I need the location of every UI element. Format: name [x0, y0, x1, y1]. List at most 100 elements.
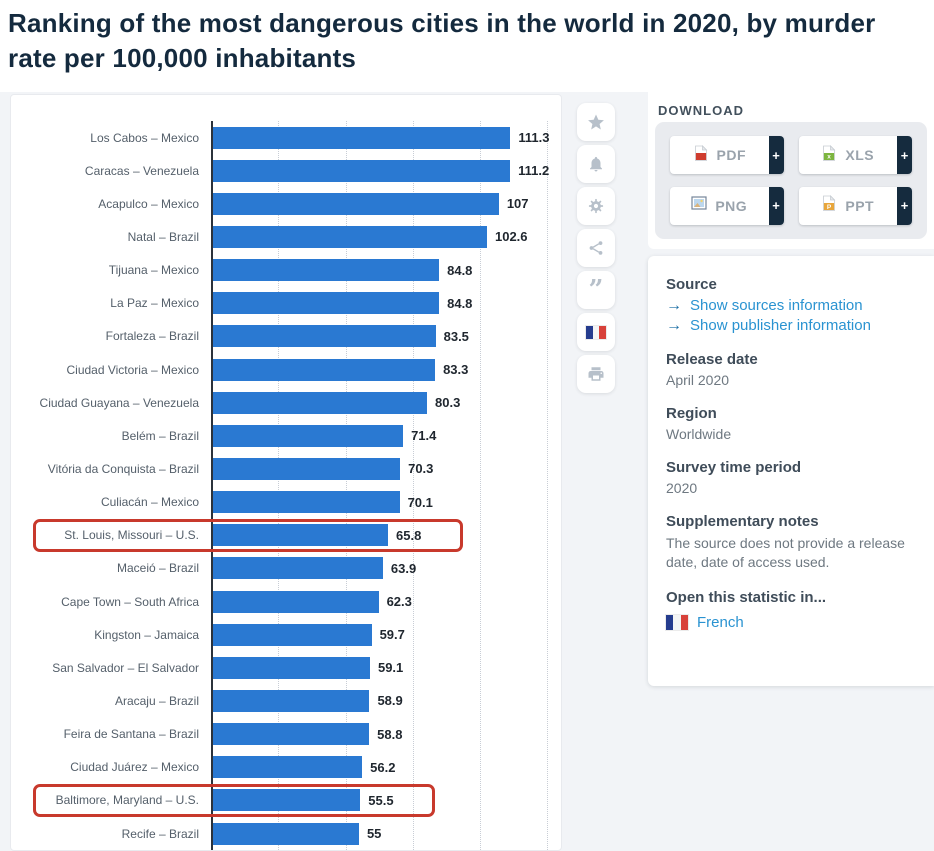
chart-row: Tijuana – Mexico 84.8 — [11, 254, 561, 287]
bar-value: 102.6 — [494, 229, 528, 245]
survey-period-heading: Survey time period — [666, 459, 802, 476]
category-label: Fortaleza – Brazil — [105, 329, 199, 344]
bar-value: 62.3 — [386, 594, 412, 610]
show-publisher-link[interactable]: → Show publisher information — [666, 317, 918, 334]
bar — [211, 656, 370, 679]
region-value: Worldwide — [666, 426, 732, 442]
png-plus-button[interactable]: + — [768, 186, 784, 225]
chart-row: Natal – Brazil 102.6 — [11, 220, 561, 253]
chart-row: Feira de Santana – Brazil 58.8 — [11, 718, 561, 751]
bell-icon — [587, 155, 605, 173]
bar-value: 63.9 — [390, 560, 417, 576]
download-png-button[interactable]: PNG + — [670, 186, 784, 225]
bar — [211, 225, 487, 248]
category-label: Feira de Santana – Brazil — [63, 727, 199, 742]
download-xls-button[interactable]: x XLS + — [798, 136, 912, 174]
bar — [211, 491, 400, 514]
release-date-heading: Release date — [666, 351, 758, 368]
printer-icon — [587, 365, 605, 383]
french-flag-icon — [586, 325, 607, 339]
chart-row: Vitória da Conquista – Brazil 70.3 — [11, 452, 561, 485]
category-label: Cape Town – South Africa — [61, 594, 199, 609]
download-ppt-button[interactable]: P PPT + — [798, 186, 912, 225]
chart-row: Baltimore, Maryland – U.S. 55.5 — [11, 784, 561, 817]
chart-row: Acapulco – Mexico 107 — [11, 187, 561, 220]
page-title: Ranking of the most dangerous cities in … — [8, 8, 876, 73]
chart-rows: Los Cabos – Mexico 111.3 Caracas – Venezue… — [11, 121, 561, 850]
png-image-icon — [691, 195, 707, 216]
settings-button[interactable] — [577, 187, 615, 225]
bar — [211, 192, 499, 215]
xls-plus-button[interactable]: + — [897, 136, 912, 174]
category-label: Recife – Brazil — [121, 826, 199, 841]
bar — [211, 325, 436, 348]
bar — [211, 159, 511, 182]
supplementary-notes-heading: Supplementary notes — [666, 513, 819, 530]
french-language-link[interactable]: French — [666, 614, 918, 631]
bar-value: 84.8 — [447, 295, 473, 311]
source-panel: Source → Show sources information → Show… — [648, 256, 934, 686]
chart-card: Los Cabos – Mexico 111.3 Caracas – Venezue… — [10, 94, 562, 851]
alert-button[interactable] — [577, 145, 615, 183]
pdf-file-icon — [693, 144, 709, 166]
arrow-icon: → — [666, 296, 682, 314]
bar-value: 59.1 — [377, 660, 404, 676]
arrow-icon: → — [666, 316, 682, 334]
bar — [211, 292, 440, 315]
supplementary-notes-text: The source does not provide a release da… — [666, 535, 905, 570]
bar — [211, 457, 401, 480]
bar — [211, 259, 440, 282]
ppt-plus-button[interactable]: + — [897, 186, 912, 225]
category-label: Acapulco – Mexico — [98, 196, 199, 211]
favorite-button[interactable] — [577, 103, 615, 141]
french-version-button[interactable] — [577, 313, 615, 351]
chart-row: Maceió – Brazil 63.9 — [11, 552, 561, 585]
region-heading: Region — [666, 405, 717, 422]
star-icon — [586, 112, 606, 132]
chart-row: Fortaleza – Brazil 83.5 — [11, 320, 561, 353]
print-button[interactable] — [577, 355, 615, 393]
bar-value: 107 — [506, 196, 529, 212]
statistic-page: Ranking of the most dangerous cities in … — [0, 0, 934, 851]
chart-row: Los Cabos – Mexico 111.3 — [11, 121, 561, 154]
category-label: Caracas – Venezuela — [84, 163, 199, 178]
chart-row: Aracaju – Brazil 58.9 — [11, 684, 561, 717]
show-sources-link[interactable]: → Show sources information — [666, 297, 918, 314]
xls-file-icon: x — [821, 144, 837, 166]
category-label: San Salvador – El Salvador — [52, 660, 199, 675]
bar — [211, 391, 427, 414]
share-button[interactable] — [577, 229, 615, 267]
category-label: Vitória da Conquista – Brazil — [47, 461, 199, 476]
bar-value: 83.3 — [443, 362, 469, 378]
chart-row: Kingston – Jamaica 59.7 — [11, 618, 561, 651]
chart-row: Cape Town – South Africa 62.3 — [11, 585, 561, 618]
category-label: Baltimore, Maryland – U.S. — [55, 793, 199, 808]
chart-row: Recife – Brazil 55 — [11, 817, 561, 850]
chart-row: San Salvador – El Salvador 59.1 — [11, 651, 561, 684]
content-area: Los Cabos – Mexico 111.3 Caracas – Venezue… — [0, 92, 934, 851]
release-date-value: April 2020 — [666, 372, 730, 388]
bar — [211, 756, 363, 779]
category-label: St. Louis, Missouri – U.S. — [64, 528, 199, 543]
download-heading: DOWNLOAD — [658, 103, 744, 118]
bar-value: 71.4 — [411, 428, 437, 444]
bar — [211, 126, 511, 149]
download-pdf-button[interactable]: PDF + — [670, 136, 784, 174]
bar — [211, 524, 388, 547]
bar-value: 111.3 — [518, 130, 550, 146]
bar-value: 59.7 — [379, 627, 405, 643]
bar — [211, 358, 436, 381]
pdf-plus-button[interactable]: + — [768, 136, 784, 174]
category-label: Ciudad Juárez – Mexico — [70, 760, 199, 775]
category-label: Maceió – Brazil — [116, 561, 199, 576]
category-label: Natal – Brazil — [127, 229, 199, 244]
category-label: La Paz – Mexico — [110, 296, 199, 311]
bar — [211, 590, 379, 613]
chart-y-axis — [211, 121, 213, 850]
download-section: DOWNLOAD PDF + x XLS + PNG + P PPT + — [648, 92, 934, 249]
category-label: Kingston – Jamaica — [94, 627, 199, 642]
open-statistic-heading: Open this statistic in... — [666, 589, 827, 606]
page-header: Ranking of the most dangerous cities in … — [0, 0, 934, 92]
citation-button[interactable]: ” — [577, 271, 615, 309]
category-label: Ciudad Guayana – Venezuela — [39, 395, 199, 410]
